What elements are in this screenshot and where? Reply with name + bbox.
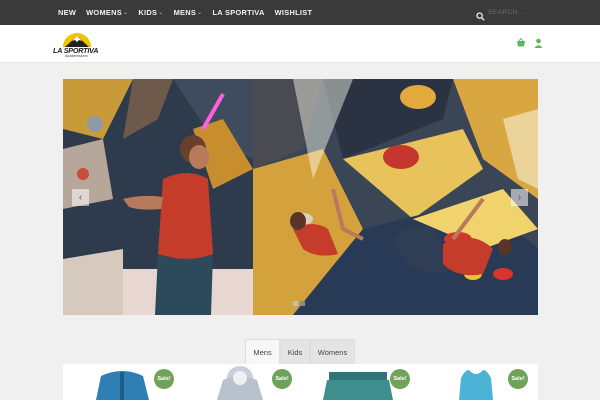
- hero-slider: [63, 79, 538, 315]
- tab-mens[interactable]: Mens: [245, 339, 280, 364]
- user-icon[interactable]: [533, 37, 544, 48]
- nav-item-womens[interactable]: WOMENS ⌄: [86, 8, 128, 17]
- tab-label: Kids: [287, 347, 303, 357]
- tab-kids[interactable]: Kids: [280, 339, 310, 364]
- nav-item-label: WISHLIST: [274, 8, 313, 17]
- product-category-tabs: Mens Kids Womens: [245, 339, 355, 364]
- nav-item-label: WOMENS: [86, 8, 123, 17]
- sale-badge: Sale!: [390, 369, 410, 389]
- product-card[interactable]: Sale!: [189, 364, 292, 400]
- tab-label: Womens: [317, 347, 348, 357]
- product-card[interactable]: Sale!: [71, 364, 174, 400]
- site-logo[interactable]: LA SPORTIVA Akademiskern: [53, 33, 105, 58]
- sale-badge: Sale!: [272, 369, 292, 389]
- nav-item-label: LA SPORTIVA: [212, 8, 265, 17]
- chevron-left-icon: ‹: [78, 192, 83, 203]
- chevron-down-icon: ⌄: [123, 10, 129, 16]
- product-card[interactable]: Sale!: [307, 364, 410, 400]
- nav-item-label: NEW: [58, 8, 77, 17]
- slider-next-button[interactable]: ›: [511, 189, 528, 206]
- logo-mountain-icon: [63, 33, 91, 47]
- logo-subtext: Akademiskern: [65, 54, 88, 58]
- hero-image: [63, 79, 538, 315]
- sale-badge: Sale!: [508, 369, 528, 389]
- tab-label: Mens: [253, 347, 272, 357]
- slider-dots: [293, 301, 307, 306]
- top-nav-bar: NEW WOMENS ⌄ KIDS ⌄ MENS ⌄ LA SPORTIVA WISH…: [0, 0, 600, 25]
- product-grid: Sale! Sale! Sale! Sale!: [63, 364, 538, 400]
- basket-icon[interactable]: [515, 37, 526, 48]
- search-input[interactable]: [488, 9, 544, 16]
- nav-item-la-sportiva[interactable]: LA SPORTIVA: [212, 8, 264, 17]
- site-header: LA SPORTIVA Akademiskern: [0, 25, 600, 63]
- nav-item-kids[interactable]: KIDS ⌄: [138, 8, 163, 17]
- chevron-down-icon: ⌄: [158, 10, 164, 16]
- search-icon[interactable]: [476, 8, 485, 21]
- slider-dot[interactable]: [300, 301, 305, 306]
- product-card[interactable]: Sale!: [425, 364, 528, 400]
- chevron-down-icon: ⌄: [197, 10, 203, 16]
- slider-prev-button[interactable]: ‹: [72, 189, 89, 206]
- sale-badge: Sale!: [154, 369, 174, 389]
- nav-item-label: KIDS: [138, 8, 158, 17]
- nav-item-wishlist[interactable]: WISHLIST: [275, 8, 313, 17]
- chevron-right-icon: ›: [517, 192, 522, 203]
- main-nav: NEW WOMENS ⌄ KIDS ⌄ MENS ⌄ LA SPORTIVA WISH…: [58, 0, 322, 25]
- nav-item-mens[interactable]: MENS ⌄: [174, 8, 203, 17]
- search-box: [476, 6, 544, 21]
- tab-womens[interactable]: Womens: [310, 339, 355, 364]
- nav-item-new[interactable]: NEW: [58, 8, 76, 17]
- slider-dot-active[interactable]: [293, 301, 298, 306]
- nav-item-label: MENS: [173, 8, 197, 17]
